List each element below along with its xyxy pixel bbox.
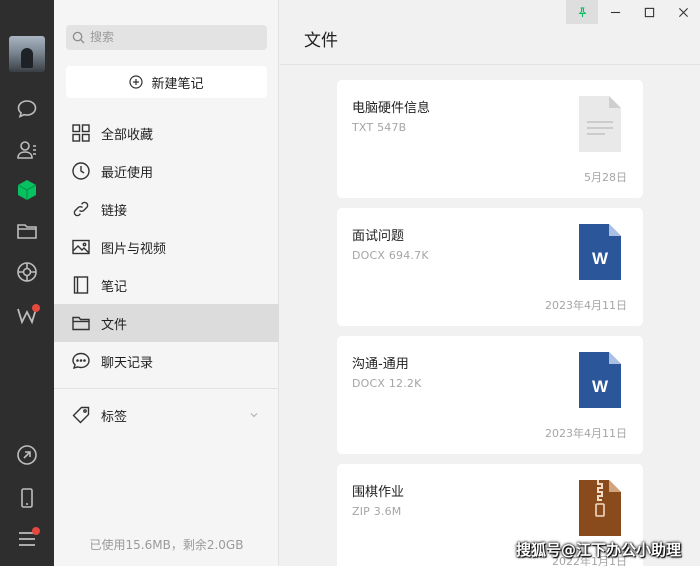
svg-text:W: W (592, 249, 609, 268)
file-date: 2023年4月11日 (545, 427, 627, 440)
files-panel: 文件 电脑硬件信息 TXT 547B 5月28日 面试问题 DOCX 694.7… (280, 0, 700, 566)
window-controls (566, 0, 700, 24)
nav-item-files[interactable]: 文件 (54, 304, 279, 342)
nav-item-label: 文件 (101, 317, 128, 333)
search-icon (72, 31, 85, 44)
folder-icon[interactable] (15, 219, 39, 243)
file-meta: DOCX 694.7K (352, 249, 429, 262)
close-button[interactable] (666, 0, 700, 24)
page-title: 文件 (304, 31, 338, 51)
file-date: 5月28日 (584, 171, 627, 184)
grid-icon (71, 123, 91, 143)
favorites-cube-icon[interactable] (15, 178, 39, 202)
nav-item-chat-history[interactable]: 聊天记录 (54, 342, 279, 380)
link-icon (71, 199, 91, 219)
nav-item-media[interactable]: 图片与视频 (54, 228, 279, 266)
nav-item-label: 笔记 (101, 279, 128, 295)
minimize-button[interactable] (598, 0, 632, 24)
app-rail (0, 0, 54, 566)
nav-item-all[interactable]: 全部收藏 (54, 114, 279, 152)
folder-icon (71, 313, 91, 333)
header-divider (280, 64, 700, 65)
file-name: 围棋作业 (352, 485, 405, 500)
nav-item-label: 最近使用 (101, 165, 154, 181)
image-icon (71, 237, 91, 257)
file-meta: TXT 547B (352, 121, 407, 134)
storage-usage: 已使用15.6MB，剩余2.0GB (89, 538, 244, 552)
file-name: 面试问题 (352, 229, 405, 244)
tags-label: 标签 (101, 409, 128, 425)
nav-item-tags[interactable]: 标签 (54, 396, 279, 434)
nav-item-label: 全部收藏 (101, 127, 154, 143)
minimize-icon (610, 11, 620, 13)
nav-item-label: 链接 (101, 203, 128, 219)
file-meta: ZIP 3.6M (352, 505, 402, 518)
close-icon (678, 7, 688, 17)
contacts-icon[interactable] (15, 138, 39, 162)
watermark: 搜狐号@江下办公小助理 (516, 541, 682, 559)
tag-icon (71, 405, 91, 425)
moments-icon[interactable] (15, 260, 39, 284)
chat-bubble-icon (71, 351, 91, 371)
chevron-down-icon (250, 413, 258, 418)
favorites-sidebar: 搜索 新建笔记 全部收藏 最近使用 链接 图片与视频 笔记 文件 聊天记录 标签… (54, 0, 279, 566)
maximize-button[interactable] (632, 0, 666, 24)
favorites-nav: 全部收藏 最近使用 链接 图片与视频 笔记 文件 聊天记录 (54, 114, 279, 380)
nav-item-links[interactable]: 链接 (54, 190, 279, 228)
nav-item-label: 聊天记录 (101, 355, 154, 371)
file-card[interactable]: 电脑硬件信息 TXT 547B 5月28日 (337, 80, 643, 198)
zip-file-icon (579, 480, 621, 536)
mini-apps-link-icon[interactable] (15, 443, 39, 467)
svg-text:W: W (592, 377, 609, 396)
phone-icon[interactable] (15, 486, 39, 510)
menu-badge (32, 527, 40, 535)
file-meta: DOCX 12.2K (352, 377, 422, 390)
plus-circle-icon (129, 75, 144, 89)
nav-item-label: 图片与视频 (101, 241, 167, 257)
search-input[interactable]: 搜索 (66, 25, 267, 50)
new-note-button[interactable]: 新建笔记 (66, 66, 267, 98)
search-placeholder: 搜索 (90, 30, 115, 44)
sidebar-divider (54, 388, 279, 389)
clock-icon (71, 161, 91, 181)
pin-button[interactable] (566, 0, 598, 24)
chat-icon[interactable] (15, 97, 39, 121)
file-name: 沟通-通用 (352, 357, 409, 372)
word-file-icon: W (579, 352, 621, 408)
file-name: 电脑硬件信息 (352, 101, 431, 116)
txt-file-icon (579, 96, 621, 152)
pin-icon (577, 6, 587, 17)
nav-item-notes[interactable]: 笔记 (54, 266, 279, 304)
file-date: 2023年4月11日 (545, 299, 627, 312)
file-card[interactable]: 面试问题 DOCX 694.7K W 2023年4月11日 (337, 208, 643, 326)
new-note-label: 新建笔记 (151, 76, 204, 92)
word-file-icon: W (579, 224, 621, 280)
file-card[interactable]: 沟通-通用 DOCX 12.2K W 2023年4月11日 (337, 336, 643, 454)
maximize-icon (644, 7, 654, 17)
avatar[interactable] (9, 36, 45, 72)
notification-badge (32, 304, 40, 312)
nav-item-recent[interactable]: 最近使用 (54, 152, 279, 190)
notebook-icon (71, 275, 91, 295)
